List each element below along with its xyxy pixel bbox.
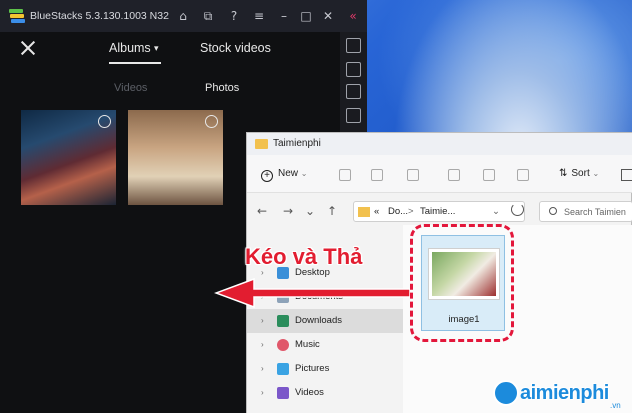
close-icon[interactable]: ✕ [320,8,336,24]
chevron-right-icon[interactable]: › [261,364,264,373]
drag-arrow-icon [214,277,410,309]
chevron-down-icon: ⌄ [592,169,600,178]
watermark-suffix: .vn [610,401,621,410]
bluestacks-titlebar: BlueStacks 5.3.130.1003 N32 ⌂ ⧉ ? ≡ – □ … [0,0,367,32]
plus-icon: + [261,170,273,182]
address-bar[interactable]: « Do... > Taimie... ⌄ [353,201,525,222]
breadcrumb-item[interactable]: Taimie... [420,206,455,217]
address-bar-row: ← → ⌄ ↑ « Do... > Taimie... ⌄ Search Tai… [247,193,632,225]
search-icon [549,207,557,215]
nav-item-music[interactable]: › Music [247,333,403,357]
share-icon[interactable] [483,169,495,181]
refresh-icon[interactable] [511,203,524,216]
chevron-right-icon[interactable]: › [261,340,264,349]
bluestacks-logo-icon [9,9,25,23]
explorer-titlebar: Taimienphi [247,133,632,155]
maximize-icon[interactable]: □ [298,8,314,24]
close-gallery-icon[interactable] [20,40,36,56]
window-title: BlueStacks 5.3.130.1003 N32 [30,10,169,22]
search-input[interactable]: Search Taimien [539,201,632,222]
sort-button-label: Sort [571,168,590,179]
tab-albums[interactable]: Albums [109,41,151,55]
select-circle-icon[interactable] [98,115,111,128]
minimize-icon[interactable]: – [276,8,292,24]
music-icon [277,339,289,351]
nav-item-label: Videos [295,387,324,398]
watermark-text: aimienphi [520,382,609,404]
select-circle-icon[interactable] [205,115,218,128]
videos-icon [277,387,289,399]
breadcrumb-overflow[interactable]: « [374,206,379,217]
folder-icon [255,139,268,149]
record-icon[interactable] [346,108,361,123]
paste-icon[interactable] [407,169,419,181]
subtab-videos[interactable]: Videos [114,82,147,94]
up-arrow-icon[interactable]: ↑ [327,204,337,218]
view-icon[interactable] [621,169,632,181]
chevron-down-icon[interactable]: ⌄ [492,206,500,217]
explorer-title: Taimienphi [273,138,321,149]
nav-item-pictures[interactable]: › Pictures [247,357,403,381]
fullscreen-icon[interactable] [346,38,361,53]
multi-instance-icon[interactable]: ⧉ [200,8,216,24]
command-bar: + New ⌄ ⇅ Sort ⌄ [247,155,632,193]
dropdown-arrow-icon[interactable]: ⌄ [305,204,315,218]
photo-thumbnail[interactable] [21,110,116,205]
collapse-icon[interactable]: « [345,8,361,24]
volume-icon[interactable] [346,62,361,77]
nav-item-label: Downloads [295,315,342,326]
chevron-right-icon[interactable]: › [261,316,264,325]
photo-thumbnail[interactable] [128,110,223,205]
nav-item-downloads[interactable]: › Downloads [247,309,403,333]
tab-stock-videos[interactable]: Stock videos [200,41,271,55]
watermark: aimienphi .vn [470,372,632,413]
downloads-icon [277,315,289,327]
new-button[interactable]: + New ⌄ [261,168,308,182]
new-button-label: New [278,168,299,179]
breadcrumb-item[interactable]: Do... [388,206,408,217]
image-preview [432,252,496,296]
drag-drop-annotation: Kéo và Thả [245,244,363,269]
delete-icon[interactable] [517,169,529,181]
sort-button[interactable]: ⇅ Sort ⌄ [559,168,599,179]
sort-icon: ⇅ [559,168,568,179]
chevron-right-icon[interactable]: › [261,388,264,397]
rename-icon[interactable] [448,169,460,181]
forward-arrow-icon[interactable]: → [283,204,293,218]
cut-icon[interactable] [339,169,351,181]
file-item-image1[interactable]: image1 [421,235,505,331]
back-arrow-icon[interactable]: ← [257,204,267,218]
nav-item-videos[interactable]: › Videos [247,381,403,405]
watermark-logo-icon [493,380,519,406]
file-thumbnail [428,248,500,300]
chevron-down-icon: ▾ [154,43,159,53]
menu-icon[interactable]: ≡ [251,8,267,24]
search-placeholder: Search Taimien [564,207,626,217]
pictures-icon [277,363,289,375]
help-icon[interactable]: ? [226,8,242,24]
folder-icon [358,207,370,217]
subtab-photos[interactable]: Photos [205,82,239,94]
keyboard-icon[interactable] [346,84,361,99]
copy-icon[interactable] [371,169,383,181]
nav-item-label: Pictures [295,363,330,374]
file-name: image1 [448,314,480,325]
tab-underline [109,62,161,64]
chevron-down-icon: ⌄ [300,169,308,178]
nav-item-label: Music [295,339,320,350]
breadcrumb-separator: > [408,206,414,217]
home-icon[interactable]: ⌂ [175,8,191,24]
